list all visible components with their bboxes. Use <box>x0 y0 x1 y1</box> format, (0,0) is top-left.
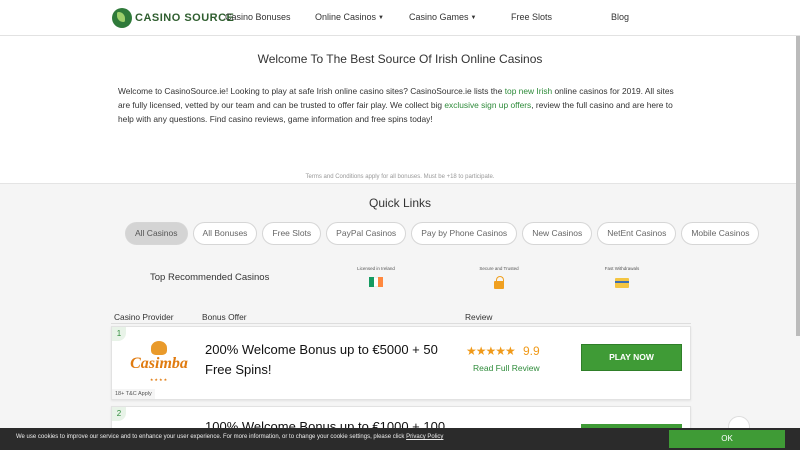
feature-label: Licensed in Ireland <box>357 266 395 271</box>
nav-label: Online Casinos <box>315 12 377 22</box>
pill-mobile-casinos[interactable]: Mobile Casinos <box>681 222 760 245</box>
pill-paypal-casinos[interactable]: PayPal Casinos <box>326 222 407 245</box>
logo-stars-icon: ★★★★ <box>149 377 169 382</box>
irish-flag-icon <box>369 277 384 287</box>
nav-casino-games[interactable]: Casino Games ▼ <box>409 12 476 22</box>
page-title: Welcome To The Best Source Of Irish Onli… <box>257 52 543 66</box>
cookie-banner: We use cookies to improve our service an… <box>0 428 800 450</box>
rank-badge: 2 <box>112 407 126 421</box>
rating-score: 9.9 <box>523 344 540 358</box>
pill-free-slots[interactable]: Free Slots <box>262 222 322 245</box>
pill-all-bonuses[interactable]: All Bonuses <box>192 222 258 245</box>
feature-secure: Secure and Trusted <box>454 266 544 289</box>
rating-stars-icon: ★★★★★ <box>466 344 516 358</box>
read-review-link[interactable]: Read Full Review <box>473 363 540 373</box>
header-review: Review <box>465 312 493 322</box>
casino-name: Casimba <box>130 355 188 372</box>
nav-label: Casino Bonuses <box>225 12 291 22</box>
site-header: CASINO SOURCE Casino Bonuses Online Casi… <box>0 0 800 36</box>
nav-label: Blog <box>611 12 630 22</box>
terms-note: Terms and Conditions apply for all bonus… <box>305 174 495 180</box>
header-offer: Bonus Offer <box>202 312 247 322</box>
pill-new-casinos[interactable]: New Casinos <box>522 222 593 245</box>
nav-blog[interactable]: Blog <box>611 12 629 22</box>
rank-badge: 1 <box>112 327 126 341</box>
quick-links-title: Quick Links <box>368 196 432 210</box>
header-provider: Casino Provider <box>114 312 174 322</box>
privacy-policy-link[interactable]: Privacy Policy <box>406 434 443 440</box>
nav-online-casinos[interactable]: Online Casinos ▼ <box>315 12 384 22</box>
pill-pay-by-phone[interactable]: Pay by Phone Casinos <box>411 222 518 245</box>
bonus-offer: 200% Welcome Bonus up to €5000 + 50 Free… <box>205 342 438 377</box>
intro-section: Welcome To The Best Source Of Irish Onli… <box>0 36 800 184</box>
pill-all-casinos[interactable]: All Casinos <box>125 222 188 245</box>
scrollbar[interactable] <box>796 36 800 336</box>
pill-netent-casinos[interactable]: NetEnt Casinos <box>597 222 677 245</box>
caret-down-icon: ▼ <box>378 15 384 21</box>
intro-paragraph: Welcome to CasinoSource.ie! Looking to p… <box>118 84 684 126</box>
main-nav: Casino Bonuses Online Casinos ▼ Casino Ga… <box>0 0 800 36</box>
nav-label: Free Slots <box>511 12 553 22</box>
quick-links-pills: All Casinos All Bonuses Free Slots PayPa… <box>125 222 760 245</box>
feature-withdrawals: Fast Withdrawals <box>577 266 667 288</box>
nav-casino-bonuses[interactable]: Casino Bonuses <box>225 12 291 22</box>
casimba-logo[interactable]: Casimba ★★★★ <box>124 341 194 387</box>
table-header: Casino Provider Bonus Offer Review <box>111 308 691 324</box>
caret-down-icon: ▼ <box>470 15 477 21</box>
credit-card-icon <box>615 278 629 288</box>
feature-licensed: Licensed in Ireland <box>331 266 421 287</box>
nav-label: Casino Games <box>409 12 469 22</box>
lock-icon <box>494 276 504 289</box>
exclusive-offers-link[interactable]: exclusive sign up offers <box>444 100 531 110</box>
tc-note: 18+ T&C Apply <box>112 389 155 399</box>
recommended-title: Top Recommended Casinos <box>150 272 270 283</box>
table-row: 1 Casimba ★★★★ 200% Welcome Bonus up to … <box>111 326 691 400</box>
feature-label: Fast Withdrawals <box>604 266 640 271</box>
nav-free-slots[interactable]: Free Slots <box>511 12 552 22</box>
lion-crest-icon <box>151 341 167 355</box>
cookie-message: We use cookies to improve our service an… <box>16 434 407 440</box>
cookie-text: We use cookies to improve our service an… <box>16 434 443 440</box>
intro-text-part: Welcome to CasinoSource.ie! Looking to p… <box>118 86 505 96</box>
cookie-ok-button[interactable]: OK <box>669 430 785 448</box>
top-new-irish-link[interactable]: top new Irish <box>505 86 552 96</box>
feature-label: Secure and Trusted <box>479 266 519 271</box>
play-now-button[interactable]: PLAY NOW <box>581 344 682 371</box>
